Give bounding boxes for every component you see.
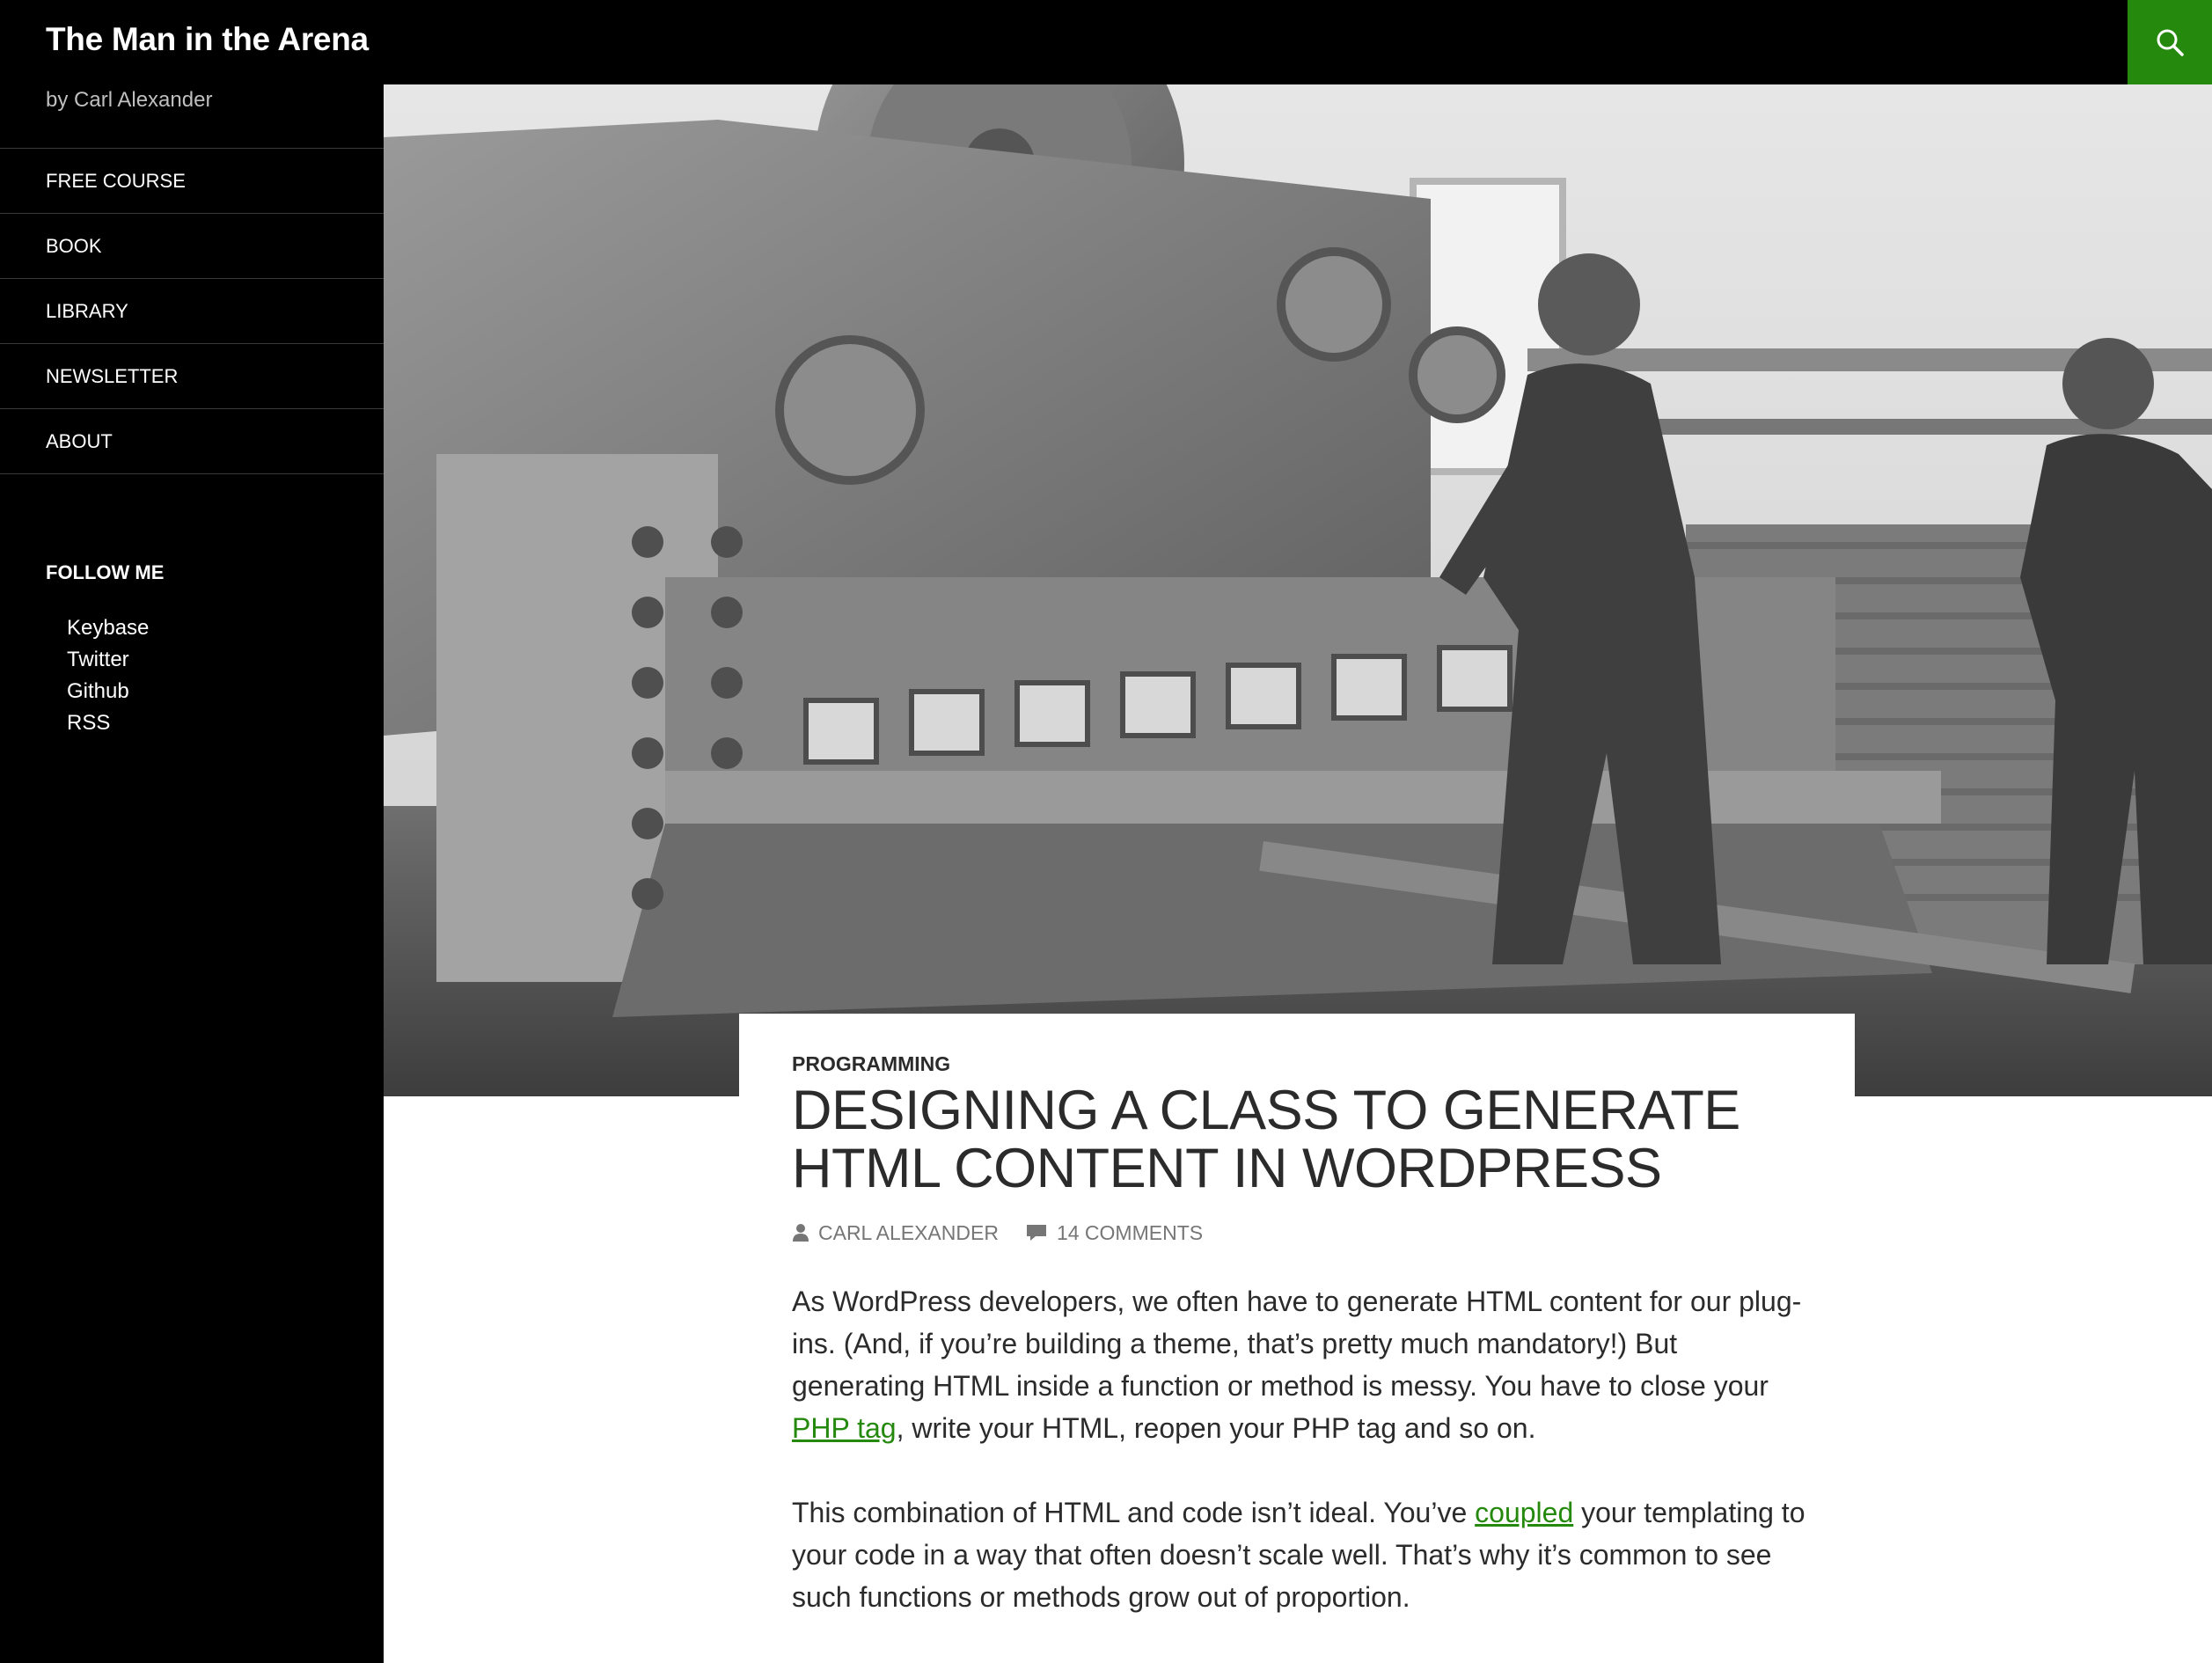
post-category-link[interactable]: Programming bbox=[792, 1052, 1855, 1076]
coupled-link[interactable]: coupled bbox=[1475, 1497, 1573, 1528]
php-tag-link[interactable]: PHP tag bbox=[792, 1412, 897, 1444]
post-comments-count: 14 Comments bbox=[1056, 1220, 1204, 1244]
paragraph-text: , write your HTML, reopen your PHP tag a… bbox=[896, 1412, 1536, 1444]
nav-item-library[interactable]: Library bbox=[0, 279, 384, 344]
primary-navigation: Free Course Book Library Newsletter Abou… bbox=[0, 148, 384, 474]
social-link-keybase[interactable]: Keybase bbox=[67, 612, 149, 644]
featured-image bbox=[384, 84, 2212, 1096]
site-title[interactable]: The Man in the Arena bbox=[46, 21, 369, 58]
social-link-github[interactable]: Github bbox=[67, 676, 149, 707]
post-content: As WordPress developers, we often have t… bbox=[792, 1280, 1813, 1618]
social-links: Keybase Twitter Github RSS bbox=[67, 612, 149, 739]
user-icon bbox=[793, 1224, 809, 1242]
nav-item-newsletter[interactable]: Newsletter bbox=[0, 344, 384, 409]
search-button[interactable] bbox=[2128, 0, 2212, 84]
post-paragraph: As WordPress developers, we often have t… bbox=[792, 1280, 1813, 1449]
social-link-twitter[interactable]: Twitter bbox=[67, 644, 149, 676]
post-author-name: Carl Alexander bbox=[818, 1220, 999, 1244]
site-description: by Carl Alexander bbox=[46, 88, 213, 112]
paragraph-text: This combination of HTML and code isn’t … bbox=[792, 1497, 1476, 1528]
post-comments-link[interactable]: 14 Comments bbox=[1025, 1221, 1203, 1245]
social-link-rss[interactable]: RSS bbox=[67, 707, 149, 739]
nav-item-free-course[interactable]: Free Course bbox=[0, 149, 384, 214]
post-article: Programming Designing a class to generat… bbox=[739, 1014, 1855, 1663]
nav-item-book[interactable]: Book bbox=[0, 214, 384, 279]
site-header: The Man in the Arena bbox=[0, 0, 2212, 84]
post-paragraph: This combination of HTML and code isn’t … bbox=[792, 1491, 1813, 1618]
follow-me-heading: Follow Me bbox=[46, 561, 165, 583]
post-meta: Carl Alexander 14 Comments bbox=[792, 1215, 1855, 1250]
post-author[interactable]: Carl Alexander bbox=[792, 1221, 999, 1245]
nav-item-about[interactable]: About bbox=[0, 409, 384, 474]
post-title: Designing a class to generate HTML conte… bbox=[792, 1080, 1740, 1199]
comment-icon bbox=[1026, 1225, 1046, 1241]
sidebar: by Carl Alexander Free Course Book Libra… bbox=[0, 84, 384, 1663]
search-icon bbox=[2157, 29, 2184, 56]
paragraph-text: As WordPress developers, we often have t… bbox=[792, 1286, 1802, 1402]
